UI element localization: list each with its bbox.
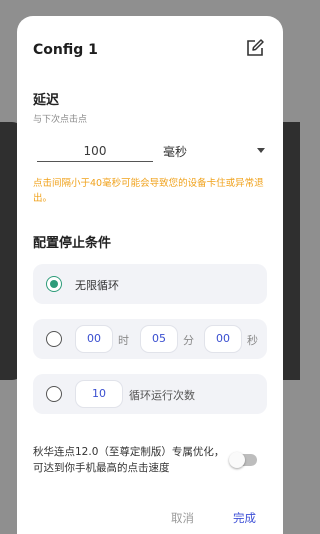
timer-hours-unit: 时 bbox=[118, 334, 129, 347]
config-dialog: Config 1 延迟 与下次点击点 毫秒 点击间隔小于40毫秒可能会导致您的设… bbox=[17, 16, 283, 534]
loop-count-input[interactable]: 10 bbox=[75, 380, 123, 408]
delay-warning: 点击间隔小于40毫秒可能会导致您的设备卡住或异常退出。 bbox=[33, 178, 264, 204]
dialog-title: Config 1 bbox=[33, 42, 98, 58]
stop-condition-heading: 配置停止条件 bbox=[33, 236, 112, 251]
delay-subtitle: 与下次点击点 bbox=[33, 115, 88, 125]
option-loop-count[interactable]: 10 循环运行次数 bbox=[33, 374, 267, 414]
optimize-toggle[interactable] bbox=[229, 452, 257, 468]
radio-checked-icon[interactable] bbox=[46, 276, 62, 292]
optimize-description: 秋华连点12.0（至尊定制版）专属优化，可达到你手机最高的点击速度 bbox=[33, 446, 225, 474]
timer-hours-input[interactable]: 00 bbox=[75, 325, 113, 353]
edit-icon[interactable] bbox=[245, 38, 265, 58]
infinite-loop-label: 无限循环 bbox=[75, 279, 119, 292]
loop-count-label: 循环运行次数 bbox=[129, 389, 195, 402]
toggle-knob bbox=[229, 452, 245, 468]
cancel-button[interactable]: 取消 bbox=[171, 510, 194, 526]
delay-input[interactable] bbox=[37, 140, 153, 162]
delay-heading: 延迟 bbox=[33, 93, 60, 108]
delay-unit-label: 毫秒 bbox=[163, 145, 188, 159]
timer-seconds-input[interactable]: 00 bbox=[204, 325, 242, 353]
option-timer[interactable]: 00 时 05 分 00 秒 bbox=[33, 319, 267, 359]
radio-unchecked-icon[interactable] bbox=[46, 331, 62, 347]
done-button[interactable]: 完成 bbox=[233, 510, 256, 526]
timer-seconds-unit: 秒 bbox=[247, 334, 258, 347]
dropdown-caret-icon bbox=[257, 148, 265, 153]
option-infinite-loop[interactable]: 无限循环 bbox=[33, 264, 267, 304]
delay-unit-select[interactable]: 毫秒 bbox=[161, 140, 267, 162]
radio-unchecked-icon[interactable] bbox=[46, 386, 62, 402]
timer-minutes-input[interactable]: 05 bbox=[140, 325, 178, 353]
timer-minutes-unit: 分 bbox=[183, 334, 194, 347]
